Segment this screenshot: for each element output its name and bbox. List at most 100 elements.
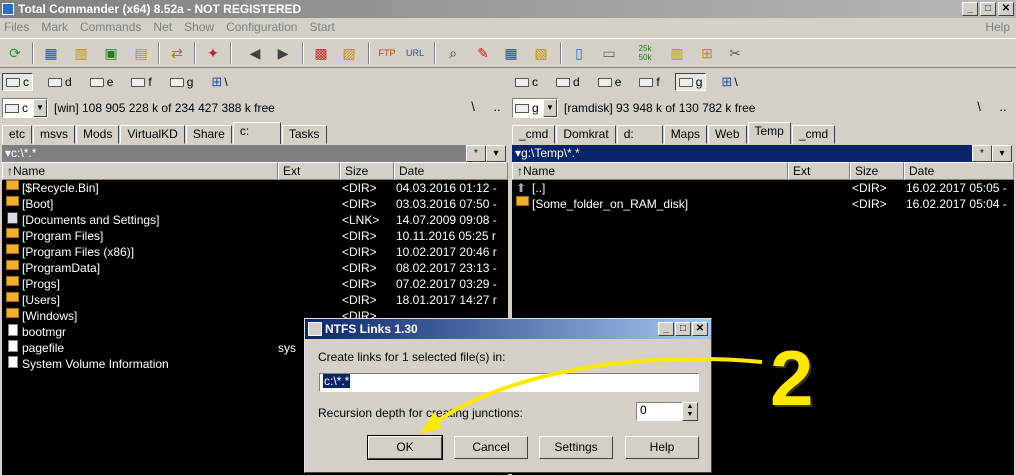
unpack-icon[interactable]: ▨ (338, 42, 360, 64)
url-icon[interactable]: URL (404, 42, 426, 64)
minimize-button[interactable]: _ (962, 2, 978, 16)
menu-files[interactable]: Files (4, 20, 29, 34)
tree-view-icon[interactable]: ▤ (130, 42, 152, 64)
right-drive-f[interactable]: f (636, 74, 662, 90)
left-filter-button[interactable]: * (466, 145, 486, 162)
left-tab-c[interactable]: c: (232, 122, 281, 144)
file-row[interactable]: [Program Files (x86)] <DIR> 10.02.2017 20:… (2, 244, 508, 260)
right-up-button[interactable]: .. (992, 97, 1014, 117)
left-drive-e[interactable]: e (87, 74, 117, 90)
close-button[interactable]: ✕ (998, 2, 1014, 16)
sync-dirs-icon[interactable]: ▦ (500, 42, 522, 64)
left-drive-g[interactable]: g (167, 74, 197, 90)
settings-button[interactable]: Settings (539, 436, 613, 459)
file-row[interactable]: [Some_folder_on_RAM_disk] <DIR> 16.02.2017… (512, 196, 1014, 212)
left-col-name[interactable]: ↑Name (2, 162, 278, 180)
right-drive-network[interactable]: ⊞ \ (718, 73, 740, 91)
wand-icon[interactable]: ✦ (202, 42, 224, 64)
left-col-date[interactable]: Date (394, 162, 508, 180)
left-drive-combo[interactable]: c ▼ (2, 98, 48, 118)
left-tab-tasks[interactable]: Tasks (281, 125, 327, 144)
back-icon[interactable]: ◀ (244, 42, 266, 64)
depth-input[interactable]: 0 (636, 402, 684, 421)
target-input[interactable]: c:\*.* (319, 373, 699, 392)
menu-commands[interactable]: Commands (80, 20, 141, 34)
thumbnails-icon[interactable]: ▣ (100, 42, 122, 64)
tree-icon[interactable]: ⊞ (696, 42, 718, 64)
left-up-button[interactable]: .. (486, 97, 508, 117)
file-row[interactable]: [$Recycle.Bin] <DIR> 04.03.2016 01:12 - (2, 180, 508, 196)
right-col-date[interactable]: Date (904, 162, 1014, 180)
left-history-button[interactable]: ▾ (486, 145, 506, 162)
menu-start[interactable]: Start (309, 20, 334, 34)
file-row[interactable]: ⬆ [..] <DIR> 16.02.2017 05:05 - (512, 180, 1014, 196)
right-tab-cmd[interactable]: _cmd (512, 125, 556, 144)
chevron-down-icon[interactable]: ▼ (33, 99, 47, 117)
help-button[interactable]: Help (625, 436, 699, 459)
left-root-button[interactable]: \ (462, 97, 484, 117)
left-drive-d[interactable]: d (45, 74, 75, 90)
cancel-button[interactable]: Cancel (454, 436, 528, 459)
menu-configuration[interactable]: Configuration (226, 20, 297, 34)
full-view-icon[interactable]: ▥ (70, 42, 92, 64)
right-tab-d[interactable]: d: (616, 125, 663, 144)
left-drive-network[interactable]: ⊞ \ (208, 73, 230, 91)
dialog-maximize-button[interactable]: □ (675, 322, 691, 336)
file-row[interactable]: [ProgramData] <DIR> 08.02.2017 23:13 - (2, 260, 508, 276)
right-drive-c[interactable]: c (512, 74, 541, 90)
ftp-icon[interactable]: FTP (376, 42, 398, 64)
compare-icon[interactable]: ⇄ (166, 42, 188, 64)
left-tab-etc[interactable]: etc (2, 125, 33, 144)
brief-view-icon[interactable]: ▦ (40, 42, 62, 64)
menu-help[interactable]: Help (985, 20, 1010, 34)
menu-net[interactable]: Net (153, 20, 172, 34)
forward-icon[interactable]: ▶ (272, 42, 294, 64)
document-icon[interactable]: ▭ (598, 42, 620, 64)
left-col-size[interactable]: Size (340, 162, 394, 180)
right-col-ext[interactable]: Ext (788, 162, 850, 180)
maximize-button[interactable]: □ (980, 2, 996, 16)
right-tab-cmd-2[interactable]: _cmd (791, 125, 836, 144)
depth-spinner[interactable]: ▲ ▼ (682, 402, 698, 421)
file-row[interactable]: [Progs] <DIR> 07.02.2017 03:29 - (2, 276, 508, 292)
right-tab-maps[interactable]: Maps (663, 125, 708, 144)
right-tab-domkrat[interactable]: Domkrat (556, 125, 616, 144)
file-row[interactable]: [Documents and Settings] <LNK> 14.07.2009 … (2, 212, 508, 228)
chevron-down-icon[interactable]: ▼ (543, 99, 557, 117)
file-row[interactable]: [Users] <DIR> 18.01.2017 14:27 r (2, 292, 508, 308)
right-path[interactable]: ▾g:\Temp\*.* (512, 145, 972, 162)
find-icon[interactable]: ⌕ (442, 42, 464, 64)
copy-names-icon[interactable]: ▧ (530, 42, 552, 64)
right-drive-combo[interactable]: g ▼ (512, 98, 558, 118)
left-drive-f[interactable]: f (128, 74, 154, 90)
menu-show[interactable]: Show (184, 20, 214, 34)
right-tab-web[interactable]: Web (708, 125, 747, 144)
settings-tools-icon[interactable]: ✂ (724, 42, 746, 64)
dialog-minimize-button[interactable]: _ (658, 322, 674, 336)
right-history-button[interactable]: ▾ (992, 145, 1012, 162)
multi-rename-icon[interactable]: ✎ (472, 42, 494, 64)
column-icon[interactable]: ▥ (666, 42, 688, 64)
dialog-close-button[interactable]: ✕ (692, 322, 708, 336)
right-drive-g[interactable]: g (674, 73, 707, 91)
refresh-icon[interactable]: ⟳ (4, 42, 26, 64)
size-calc-icon[interactable]: 25k 50k (634, 42, 656, 64)
right-tab-temp[interactable]: Temp (747, 122, 791, 144)
left-drive-c[interactable]: c (2, 73, 33, 91)
menu-mark[interactable]: Mark (41, 20, 68, 34)
right-drive-e[interactable]: e (595, 74, 625, 90)
left-col-ext[interactable]: Ext (278, 162, 340, 180)
notepad-icon[interactable]: ▯ (568, 42, 590, 64)
file-row[interactable]: [Program Files] <DIR> 10.11.2016 05:25 r (2, 228, 508, 244)
right-filter-button[interactable]: * (972, 145, 992, 162)
right-root-button[interactable]: \ (968, 97, 990, 117)
left-tab-virtualkd[interactable]: VirtualKD (120, 125, 185, 144)
ok-button[interactable]: OK (367, 435, 443, 460)
left-path[interactable]: ▾c:\*.* (2, 145, 466, 162)
right-col-name[interactable]: ↑Name (512, 162, 788, 180)
file-row[interactable]: [Boot] <DIR> 03.03.2016 07:50 - (2, 196, 508, 212)
right-col-size[interactable]: Size (850, 162, 904, 180)
left-tab-share[interactable]: Share (185, 125, 232, 144)
right-drive-d[interactable]: d (553, 74, 583, 90)
left-tab-mods[interactable]: Mods (76, 125, 120, 144)
